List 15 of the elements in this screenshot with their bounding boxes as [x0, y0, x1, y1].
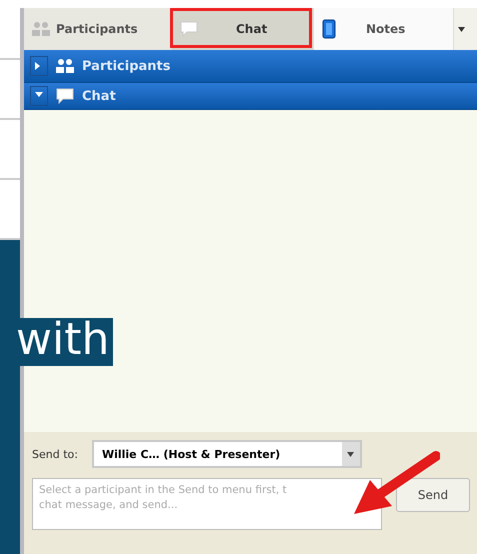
people-icon — [32, 21, 50, 37]
speech-bubble-icon — [180, 21, 198, 37]
notepad-icon — [322, 19, 336, 39]
section-header[interactable]: Chat — [24, 83, 477, 110]
caret-icon[interactable] — [458, 26, 465, 32]
send-button[interactable]: Send — [396, 478, 470, 512]
caret-icon — [347, 452, 354, 456]
message-field[interactable]: Select a participant in the Send to menu first, t chat message, and send... — [32, 478, 382, 530]
people-icon — [56, 58, 74, 74]
send-to-label: Send to: — [32, 448, 78, 460]
tab[interactable]: Participants — [24, 8, 172, 50]
send-to-dropdown[interactable]: Willie C… (Host & Presenter) — [92, 440, 362, 468]
tab[interactable]: Notes — [314, 8, 454, 50]
section-header[interactable]: Participants — [24, 50, 477, 83]
speech-bubble-icon — [56, 88, 74, 104]
